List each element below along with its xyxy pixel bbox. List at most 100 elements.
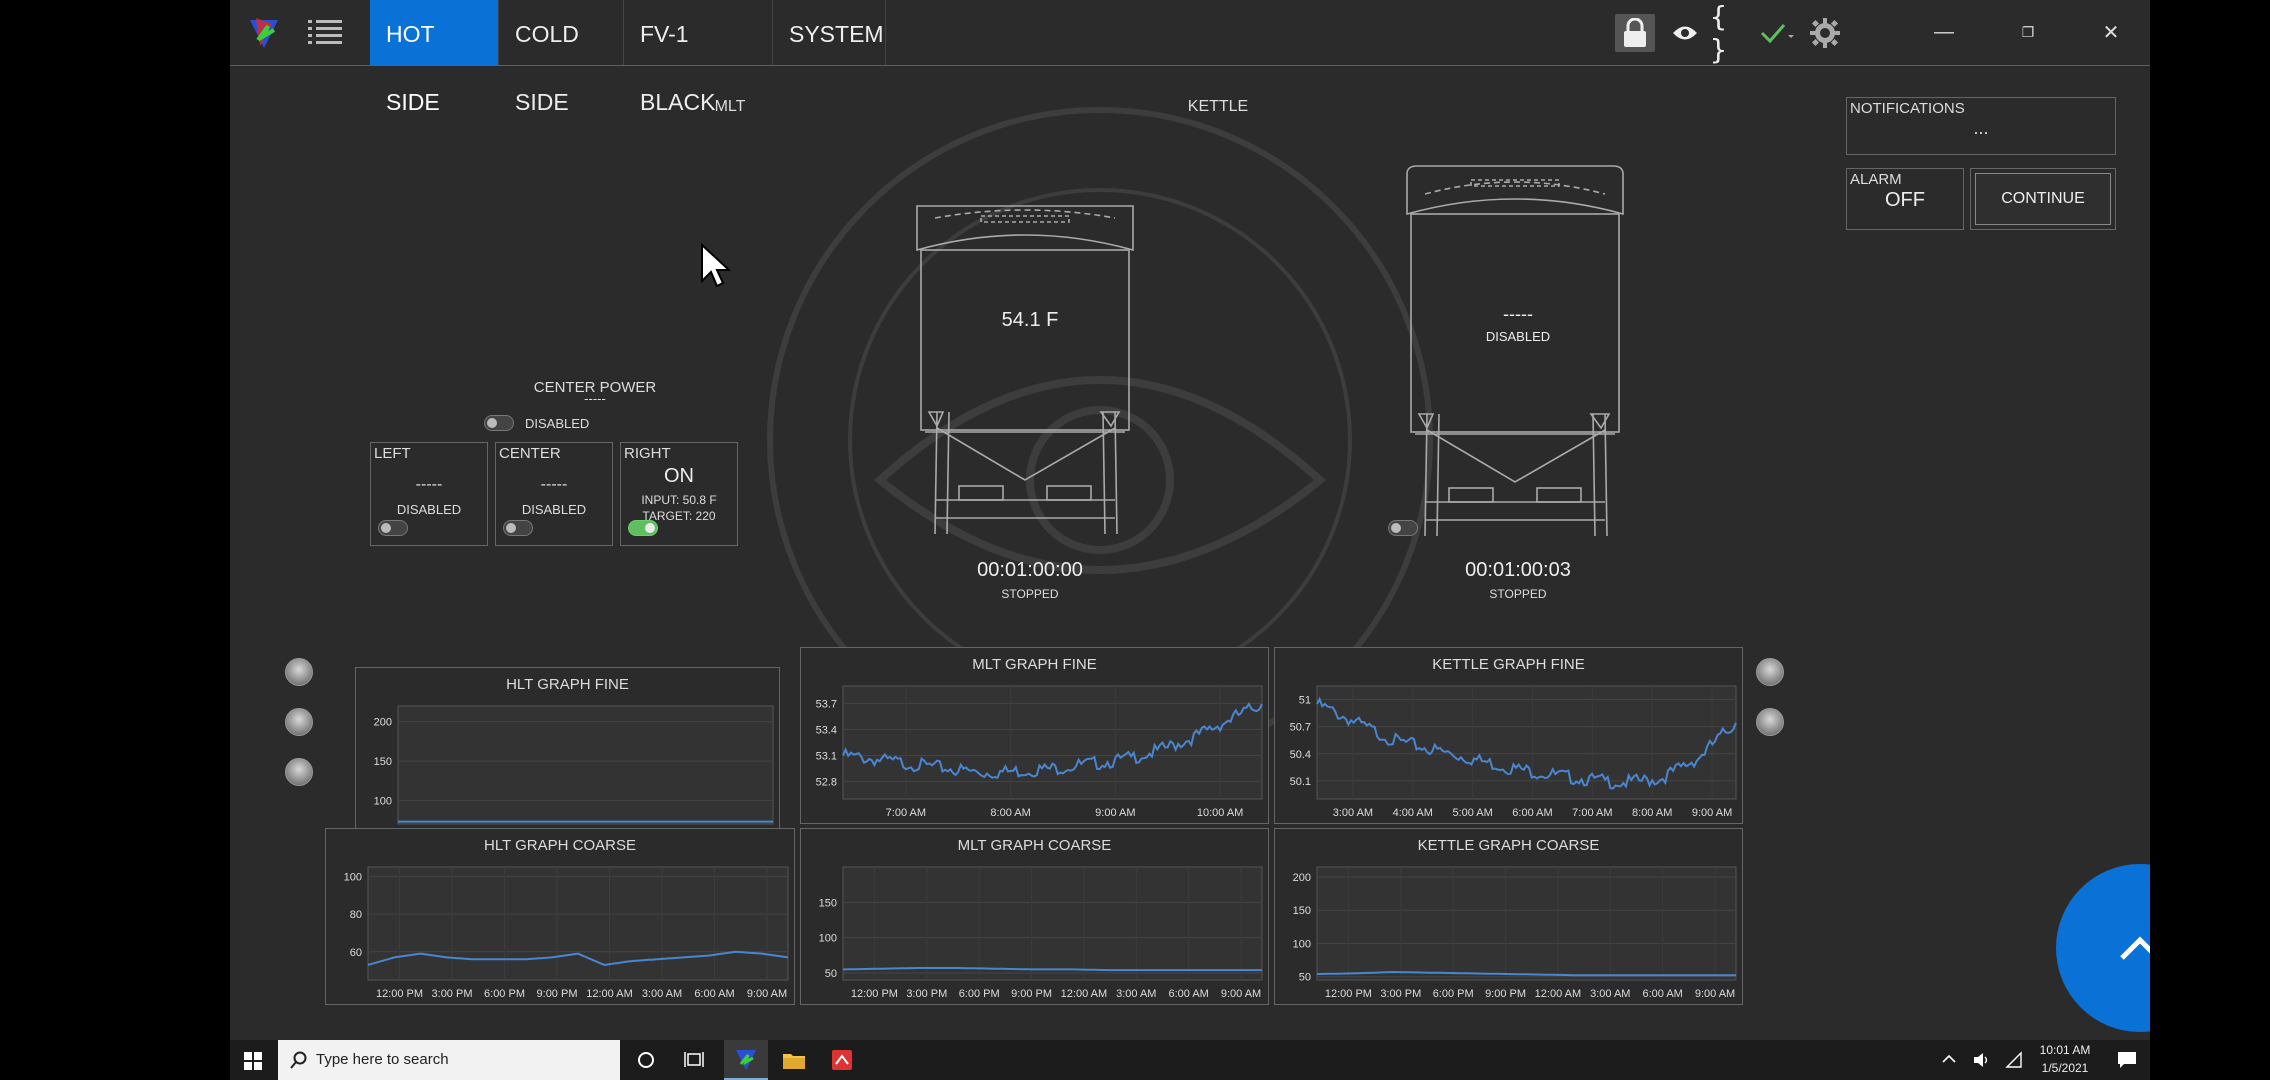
kettle-graph-coarse[interactable]: 200 150 100 50 12:00 PM 3:00 PM 6:00 PM 9:00 PM…	[1274, 828, 1743, 1005]
center-power-value: -----	[584, 391, 606, 406]
y-tick-label: 150	[374, 756, 392, 768]
x-tick-label: 12:00 PM	[376, 988, 423, 1000]
right-heater-input: INPUT: 50.8 F	[641, 493, 717, 507]
volume-icon[interactable]	[1972, 1051, 1990, 1069]
notifications-value: ...	[1973, 118, 1989, 138]
mlt-timer[interactable]: 00:01:00:00	[930, 559, 1130, 582]
left-heater-toggle[interactable]	[378, 520, 408, 536]
braces-icon[interactable]: { }	[1710, 0, 1750, 66]
kettle-power-toggle[interactable]	[1388, 520, 1418, 536]
mlt-graph-coarse-svg: 150 100 50 12:00 PM 3:00 PM 6:00 PM 9:00 PM 12:…	[819, 866, 1263, 1000]
notifications-panel: NOTIFICATIONS ...	[1846, 97, 2116, 155]
list-menu-icon[interactable]	[308, 18, 342, 48]
maximize-button[interactable]: ❐	[2010, 14, 2046, 50]
x-tick-label: 8:00 AM	[1632, 807, 1672, 819]
center-heater-box: CENTER ----- DISABLED	[495, 442, 613, 546]
hlt-graph-coarse-svg: 100 80 60 12:00 PM 3:00 PM 6:00 PM 9:00 PM 12:0…	[344, 866, 789, 1000]
x-tick-label: 6:00 AM	[694, 988, 734, 1000]
search-icon	[290, 1051, 307, 1069]
hlt-button-2[interactable]	[285, 708, 313, 736]
x-tick-label: 9:00 AM	[1095, 807, 1135, 819]
scroll-up-button[interactable]	[2056, 864, 2150, 1032]
right-heater-toggle[interactable]	[628, 520, 658, 536]
center-heater-value: -----	[540, 476, 568, 493]
tab-fv1-black[interactable]: FV-1 BLACK	[624, 0, 773, 115]
x-tick-label: 12:00 AM	[1061, 988, 1107, 1000]
tab-system[interactable]: SYSTEM	[773, 0, 886, 65]
lock-icon[interactable]	[1615, 14, 1655, 52]
mlt-timer-status: STOPPED	[1001, 587, 1059, 601]
task-view-icon[interactable]	[684, 1051, 704, 1069]
continue-panel: CONTINUE	[1970, 168, 2116, 230]
kettle-button-1[interactable]	[1756, 658, 1784, 686]
right-heater-value: ON	[664, 465, 694, 487]
x-tick-label: 6:00 PM	[484, 988, 525, 1000]
app-content: HOT SIDE COLD SIDE FV-1 BLACK SYSTEM { }…	[230, 0, 2150, 1040]
plot-area	[1316, 866, 1737, 981]
tab-cold-side[interactable]: COLD SIDE	[499, 0, 624, 115]
plot-area	[397, 705, 774, 825]
x-tick-label: 6:00 AM	[1168, 988, 1208, 1000]
mlt-title: MLT	[714, 98, 746, 115]
kettle-button-2[interactable]	[1756, 708, 1784, 736]
network-icon[interactable]	[2005, 1051, 2023, 1069]
cortana-icon[interactable]	[637, 1051, 655, 1069]
x-tick-label: 7:00 AM	[886, 807, 926, 819]
hlt-button-3[interactable]	[285, 758, 313, 786]
continue-button[interactable]: CONTINUE	[1975, 173, 2111, 225]
x-tick-label: 3:00 PM	[1380, 988, 1421, 1000]
x-tick-label: 6:00 PM	[1433, 988, 1474, 1000]
taskbar-search-box[interactable]: Type here to search	[278, 1040, 620, 1080]
plot-area	[1316, 685, 1737, 800]
checkmark-icon[interactable]	[1757, 14, 1797, 52]
center-power-toggle[interactable]	[484, 415, 514, 431]
x-tick-label: 7:00 AM	[1572, 807, 1612, 819]
alarm-label: ALARM	[1850, 171, 1902, 188]
kettle-graph-fine-title: KETTLE GRAPH FINE	[1432, 656, 1585, 673]
mouse-cursor-icon	[701, 243, 730, 288]
minimize-button[interactable]: —	[1926, 14, 1962, 50]
file-explorer-icon[interactable]	[782, 1050, 806, 1070]
hlt-graph-coarse[interactable]: 100 80 60 12:00 PM 3:00 PM 6:00 PM 9:00 PM 12:0…	[325, 828, 795, 1005]
gear-icon[interactable]	[1805, 14, 1845, 52]
y-tick-label: 200	[1293, 872, 1311, 884]
y-tick-label: 80	[350, 909, 362, 921]
mlt-vessel[interactable]	[915, 200, 1135, 535]
windows-start-icon[interactable]	[244, 1052, 262, 1070]
x-tick-label: 6:00 AM	[1642, 988, 1682, 1000]
plot-area	[367, 866, 789, 981]
taskbar-time[interactable]: 10:01 AM	[2030, 1043, 2100, 1057]
tab-hot-side[interactable]: HOT SIDE	[370, 0, 499, 115]
y-tick-label: 100	[1293, 938, 1311, 950]
center-heater-toggle[interactable]	[503, 520, 533, 536]
kettle-graph-fine-svg: 51 50.7 50.4 50.1 3:00 AM 4:00 AM 5:00 AM 6:00 …	[1290, 685, 1737, 819]
mlt-graph-coarse[interactable]: 150 100 50 12:00 PM 3:00 PM 6:00 PM 9:00 PM 12:…	[800, 828, 1269, 1005]
eye-icon[interactable]	[1665, 14, 1705, 52]
close-button[interactable]: ✕	[2093, 14, 2129, 50]
y-tick-label: 50.7	[1290, 722, 1311, 734]
tray-chevron-up-icon[interactable]	[1942, 1054, 1956, 1064]
hlt-button-1[interactable]	[285, 658, 313, 686]
x-tick-label: 9:00 PM	[1485, 988, 1526, 1000]
taskbar-search-placeholder: Type here to search	[316, 1051, 449, 1068]
taskbar-date[interactable]: 1/5/2021	[2030, 1061, 2100, 1075]
hlt-graph-fine[interactable]: 200 150 100 HLT GRAPH FINE	[355, 667, 780, 831]
center-power-status: DISABLED	[525, 416, 590, 431]
x-tick-label: 9:00 PM	[537, 988, 578, 1000]
x-tick-label: 4:00 AM	[1393, 807, 1433, 819]
y-tick-label: 53.4	[816, 724, 837, 736]
mlt-graph-coarse-title: MLT GRAPH COARSE	[957, 837, 1112, 854]
kettle-timer-status: STOPPED	[1489, 587, 1547, 601]
mlt-graph-fine[interactable]: 53.7 53.4 53.1 52.8 7:00 AM 8:00 AM 9:00 AM 10:…	[800, 647, 1269, 824]
x-tick-label: 6:00 PM	[959, 988, 1000, 1000]
kettle-vessel[interactable]	[1405, 164, 1625, 536]
pdf-app-icon[interactable]	[830, 1048, 854, 1072]
x-tick-label: 12:00 AM	[586, 988, 632, 1000]
kettle-graph-fine[interactable]: 51 50.7 50.4 50.1 3:00 AM 4:00 AM 5:00 AM 6:00 …	[1274, 647, 1743, 824]
kettle-timer[interactable]: 00:01:00:03	[1418, 559, 1618, 582]
app-logo-icon[interactable]	[246, 16, 282, 52]
x-tick-label: 12:00 AM	[1535, 988, 1581, 1000]
x-tick-label: 3:00 AM	[1116, 988, 1156, 1000]
taskbar-app-active[interactable]	[724, 1040, 768, 1080]
notification-center-icon[interactable]	[2116, 1050, 2138, 1070]
